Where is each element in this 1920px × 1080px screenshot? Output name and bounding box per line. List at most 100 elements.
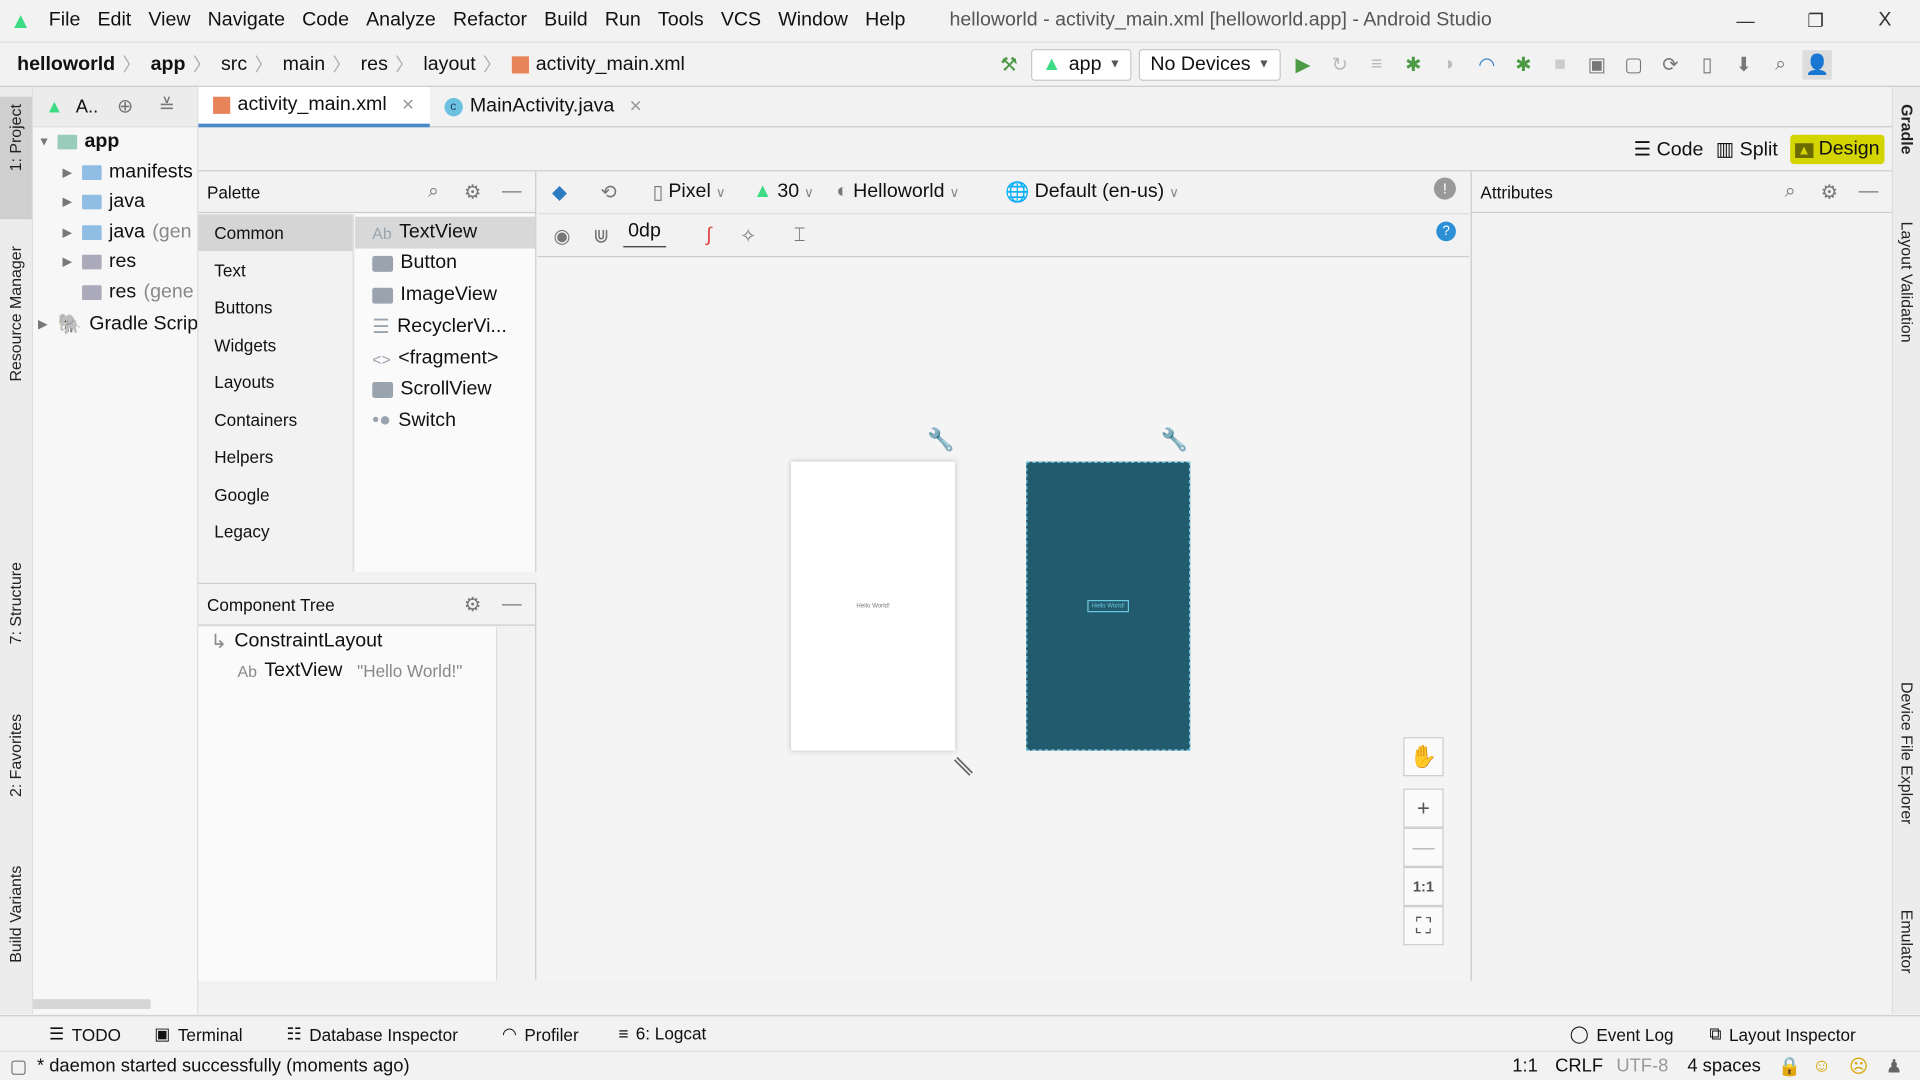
- device-manager-icon[interactable]: ▯: [1692, 50, 1721, 79]
- design-preview[interactable]: Hello World!: [791, 461, 956, 751]
- tab-mainactivity-java[interactable]: c MainActivity.java ✕: [429, 86, 657, 126]
- zoom-out-button[interactable]: —: [1403, 827, 1444, 867]
- palette-item-textview[interactable]: Ab TextView: [355, 216, 536, 249]
- device-select[interactable]: No Devices ▼: [1139, 48, 1282, 81]
- palette-item-imageview[interactable]: ImageView: [355, 279, 535, 311]
- minimize-button[interactable]: —: [1736, 10, 1754, 31]
- api-level-select[interactable]: ▲ 30 ∨: [753, 171, 814, 213]
- tool-build-variants[interactable]: Build Variants: [6, 866, 24, 963]
- warning-icon[interactable]: !: [1433, 177, 1456, 200]
- menu-refactor[interactable]: Refactor: [453, 10, 527, 32]
- tool-layout-inspector[interactable]: ⧉ Layout Inspector: [1709, 1024, 1855, 1045]
- tool-emulator[interactable]: Emulator: [1898, 910, 1916, 974]
- locale-select[interactable]: 🌐 Default (en-us) ∨: [1005, 171, 1179, 213]
- locate-icon[interactable]: ⊕: [110, 92, 139, 121]
- collapse-all-icon[interactable]: ≚: [152, 92, 181, 121]
- sdk-manager-icon[interactable]: ⬇: [1729, 50, 1758, 79]
- sync-gradle-icon[interactable]: ⟳: [1656, 50, 1685, 79]
- menu-window[interactable]: Window: [778, 10, 848, 32]
- tool-gradle[interactable]: Gradle: [1898, 104, 1916, 154]
- minimize-icon[interactable]: —: [1854, 177, 1883, 206]
- tool-event-log[interactable]: ◯ Event Log: [1570, 1024, 1674, 1045]
- clear-constraints-icon[interactable]: ∫: [694, 216, 723, 258]
- build-hammer-icon[interactable]: ⚒: [994, 50, 1023, 79]
- smile-icon[interactable]: ☺: [1812, 1056, 1831, 1077]
- caret-position[interactable]: 1:1: [1512, 1056, 1538, 1077]
- tree-item-java-generated[interactable]: ▶ java (gen: [62, 222, 191, 244]
- palette-category[interactable]: Legacy: [198, 513, 352, 550]
- menu-analyze[interactable]: Analyze: [366, 10, 436, 32]
- apply-code-changes-icon[interactable]: ≡: [1362, 50, 1391, 79]
- close-tab-icon[interactable]: ✕: [401, 95, 414, 115]
- infer-constraints-icon[interactable]: ✧: [733, 216, 762, 258]
- tree-item-app[interactable]: ▼ app: [38, 131, 119, 153]
- menu-tools[interactable]: Tools: [658, 10, 704, 32]
- zoom-fit-button[interactable]: ⛶: [1403, 906, 1444, 946]
- tool-resource-manager[interactable]: Resource Manager: [6, 246, 24, 381]
- menu-file[interactable]: File: [49, 10, 81, 32]
- search-icon[interactable]: ⌕: [1766, 50, 1795, 79]
- design-mode-button[interactable]: ▲ Design: [1790, 134, 1885, 164]
- code-mode-button[interactable]: ☰ Code: [1634, 137, 1704, 161]
- coverage-icon[interactable]: ◗: [1435, 50, 1464, 79]
- tool-database-inspector[interactable]: ☷ Database Inspector: [287, 1024, 458, 1045]
- hello-world-text[interactable]: Hello World!: [856, 602, 889, 609]
- breadcrumb-file[interactable]: activity_main.xml: [536, 53, 685, 75]
- status-message[interactable]: * daemon started successfully (moments a…: [37, 1056, 410, 1077]
- design-surface-icon[interactable]: ◆: [545, 171, 574, 213]
- split-mode-button[interactable]: ▥ Split: [1716, 137, 1778, 161]
- lock-icon[interactable]: 🔒: [1778, 1055, 1801, 1077]
- profile-icon[interactable]: ◠: [1472, 50, 1501, 79]
- run-config-select[interactable]: ▲ app ▼: [1031, 48, 1132, 81]
- palette-item-scrollview[interactable]: ScrollView: [355, 373, 535, 405]
- tree-node-constraintlayout[interactable]: ↳ ConstraintLayout: [211, 629, 383, 653]
- breadcrumb-res[interactable]: res: [361, 53, 388, 75]
- tool-todo[interactable]: ☰ TODO: [49, 1024, 121, 1045]
- wrench-icon[interactable]: 🔧: [927, 427, 954, 453]
- menu-build[interactable]: Build: [544, 10, 588, 32]
- tree-node-textview[interactable]: Ab TextView "Hello World!": [238, 660, 463, 682]
- palette-category[interactable]: Layouts: [198, 364, 352, 401]
- breadcrumb-src[interactable]: src: [221, 53, 247, 75]
- tool-layout-validation[interactable]: Layout Validation: [1898, 222, 1916, 343]
- palette-category[interactable]: Google: [198, 476, 352, 513]
- pan-hand-icon[interactable]: ✋: [1403, 737, 1444, 777]
- toggle-tool-windows-icon[interactable]: ▢: [10, 1055, 27, 1077]
- attach-debugger-icon[interactable]: ✱: [1509, 50, 1538, 79]
- wrench-icon[interactable]: 🔧: [1161, 427, 1188, 453]
- tree-item-manifests[interactable]: ▶ manifests: [62, 162, 192, 184]
- theme-select[interactable]: ◐ Helloworld ∨: [836, 171, 959, 213]
- project-view-select[interactable]: A..: [76, 96, 98, 117]
- view-options-icon[interactable]: ◉: [547, 216, 576, 258]
- menu-navigate[interactable]: Navigate: [208, 10, 285, 32]
- horizontal-scrollbar[interactable]: [33, 999, 151, 1009]
- blueprint-preview[interactable]: Hello World!: [1026, 461, 1191, 751]
- search-icon[interactable]: ⌕: [1776, 177, 1805, 206]
- palette-category[interactable]: Widgets: [198, 327, 352, 364]
- minimize-icon[interactable]: —: [497, 177, 526, 206]
- avd-manager-icon[interactable]: ▢: [1619, 50, 1648, 79]
- palette-item-recyclerview[interactable]: ☰ RecyclerVi...: [355, 311, 535, 343]
- frown-icon[interactable]: ☹: [1849, 1055, 1868, 1077]
- palette-category[interactable]: Text: [198, 252, 352, 289]
- project-structure-icon[interactable]: ▣: [1582, 50, 1611, 79]
- stop-icon[interactable]: ■: [1546, 50, 1575, 79]
- palette-item-switch[interactable]: •● Switch: [355, 405, 535, 437]
- tool-favorites[interactable]: 2: Favorites: [6, 714, 24, 797]
- tool-structure[interactable]: 7: Structure: [6, 562, 24, 644]
- tree-item-java[interactable]: ▶ java: [62, 191, 144, 213]
- device-select[interactable]: ▯ Pixel ∨: [653, 171, 726, 213]
- account-icon[interactable]: 👤: [1802, 49, 1833, 79]
- zoom-actual-button[interactable]: 1:1: [1403, 866, 1444, 907]
- gear-icon[interactable]: ⚙: [1815, 177, 1844, 206]
- hello-world-blueprint[interactable]: Hello World!: [1087, 600, 1129, 613]
- tool-project[interactable]: 1: Project: [6, 104, 24, 171]
- tree-item-res-generated[interactable]: res (gene: [62, 282, 194, 304]
- file-encoding[interactable]: UTF-8: [1616, 1056, 1668, 1077]
- palette-category[interactable]: Containers: [198, 402, 352, 439]
- menu-code[interactable]: Code: [302, 10, 349, 32]
- tree-item-gradle-scripts[interactable]: ▶ 🐘 Gradle Scrip: [38, 312, 197, 336]
- tree-item-res[interactable]: ▶ res: [62, 251, 136, 273]
- tool-device-file-explorer[interactable]: Device File Explorer: [1898, 682, 1916, 824]
- tool-profiler[interactable]: ◠ Profiler: [502, 1024, 579, 1045]
